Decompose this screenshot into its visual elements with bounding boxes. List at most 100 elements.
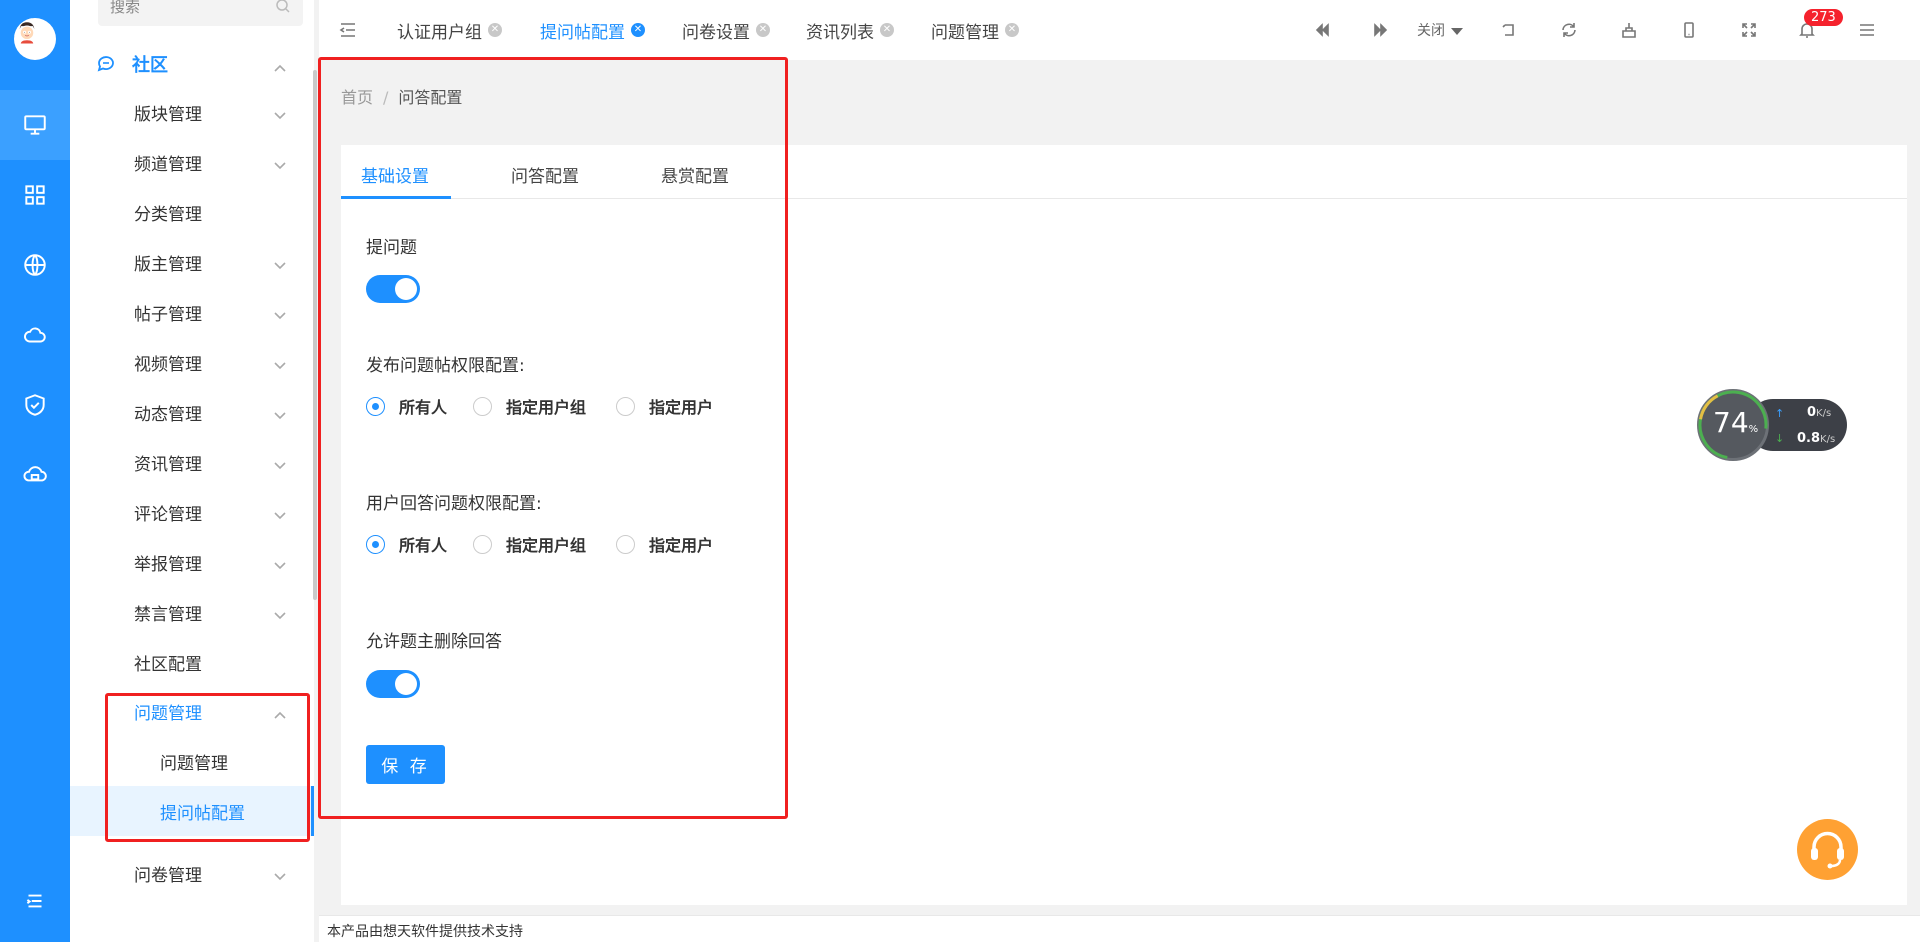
sidebar-item-label: 问题管理 [134, 703, 202, 724]
breadcrumb-current: 问答配置 [398, 88, 463, 107]
sidebar-menu: 搜索 社区 版块管理频道管理 分类管理 版主管理 帖子管理视频管理动态管理资讯管理评论… [70, 0, 314, 942]
save-button[interactable]: 保 存 [366, 745, 445, 784]
sidebar-subitem-question-post-config[interactable]: 提问帖配置 [70, 786, 314, 836]
sidebar-item[interactable]: 视频管理 [70, 337, 314, 387]
download-arrow-icon: ↓ [1775, 432, 1785, 445]
rail-cloud-store[interactable] [0, 440, 70, 510]
upload-speed: 0K/s [1807, 405, 1831, 420]
sidebar-group-community[interactable]: 社区 [70, 39, 314, 89]
answer-radio-user[interactable]: 指定用户 [616, 532, 713, 556]
sidebar-item-label: 版块管理 [134, 104, 202, 125]
more-menu-icon[interactable] [1857, 20, 1877, 40]
network-speed-widget[interactable]: 74% ↑ ↓ 0K/s 0.8K/s [1697, 389, 1847, 463]
sidebar-item[interactable]: 版块管理 [70, 87, 314, 137]
cloud-icon [24, 327, 46, 343]
sidebar-item[interactable]: 评论管理 [70, 487, 314, 537]
chevron-down-icon [273, 256, 287, 270]
close-tab-icon[interactable]: ✕ [756, 23, 770, 37]
rail-apps[interactable] [0, 160, 70, 230]
fold-menu-icon[interactable] [339, 21, 357, 39]
settings-tabs: 基础设置 问答配置 悬赏配置 [341, 145, 1907, 199]
sidebar-subitem-question-management[interactable]: 问题管理 [70, 736, 314, 786]
rail-menu[interactable] [0, 866, 70, 936]
search-input[interactable]: 搜索 [98, 0, 303, 26]
chevron-down-icon [273, 306, 287, 320]
ask-question-switch[interactable] [366, 275, 420, 303]
allow-delete-label: 允许题主删除回答 [366, 632, 502, 652]
close-tab-icon[interactable]: ✕ [631, 23, 645, 37]
scroll-left-icon[interactable] [1312, 20, 1332, 40]
tab-qa-config[interactable]: 问答配置 [511, 162, 579, 187]
rail-security[interactable] [0, 370, 70, 440]
tab-question-post-config[interactable]: 提问帖配置 ✕ [526, 0, 659, 60]
tab-reward-config[interactable]: 悬赏配置 [661, 162, 729, 187]
user-avatar[interactable] [14, 18, 56, 60]
scroll-right-icon[interactable] [1371, 20, 1391, 40]
tab-question-management[interactable]: 问题管理 ✕ [931, 0, 1019, 60]
app-root: 搜索 社区 版块管理频道管理 分类管理 版主管理 帖子管理视频管理动态管理资讯管理评论… [0, 0, 1920, 942]
refresh-icon[interactable] [1559, 20, 1579, 40]
tab-basic-settings[interactable]: 基础设置 [361, 162, 429, 187]
sidebar-item-label: 评论管理 [134, 504, 202, 525]
radio-label: 指定用户组 [506, 536, 587, 555]
close-tabs-dropdown[interactable]: 关闭 [1417, 20, 1463, 40]
close-tab-icon[interactable]: ✕ [1005, 23, 1019, 37]
sidebar-item[interactable]: 资讯管理 [70, 437, 314, 487]
close-tab-icon[interactable]: ✕ [880, 23, 894, 37]
sidebar-item[interactable]: 社区配置 [70, 637, 314, 687]
tab-news-list[interactable]: 资讯列表 ✕ [806, 0, 894, 60]
rail-cloud[interactable] [0, 300, 70, 370]
settings-card: 基础设置 问答配置 悬赏配置 提问题 发布问题帖权限配置: 所有人 指定用户组 … [341, 145, 1907, 905]
answer-radio-everyone[interactable]: 所有人 [366, 532, 447, 556]
sidebar-item[interactable]: 举报管理 [70, 537, 314, 587]
cloud-drive-icon [23, 466, 47, 482]
customer-service-button[interactable] [1797, 819, 1858, 880]
publish-radio-user-group[interactable]: 指定用户组 [473, 394, 586, 418]
sidebar-item-survey-management[interactable]: 问卷管理 [70, 848, 314, 898]
chevron-down-icon [273, 556, 287, 570]
download-speed-value: 0.8 [1797, 431, 1821, 446]
cpu-percent-unit: % [1748, 424, 1759, 435]
clear-cache-icon[interactable] [1619, 20, 1639, 40]
sidebar-item[interactable]: 帖子管理 [70, 287, 314, 337]
answer-radio-user-group[interactable]: 指定用户组 [473, 532, 586, 556]
sidebar-item-question-management[interactable]: 问题管理 [70, 686, 314, 736]
radio-dot [473, 534, 492, 554]
cpu-percent: 74% [1713, 406, 1758, 439]
download-speed-unit: K/s [1820, 434, 1836, 445]
close-tab-icon[interactable]: ✕ [488, 23, 502, 37]
active-tab-indicator [341, 196, 451, 199]
sidebar-item[interactable]: 动态管理 [70, 387, 314, 437]
sidebar-scrollbar[interactable] [313, 70, 317, 600]
fullscreen-icon[interactable] [1739, 20, 1759, 40]
publish-permission-label: 发布问题帖权限配置: [366, 356, 525, 376]
allow-delete-switch[interactable] [366, 670, 420, 698]
breadcrumb-home[interactable]: 首页 [341, 88, 373, 107]
rail-globe[interactable] [0, 230, 70, 300]
chevron-down-icon [273, 106, 287, 120]
sidebar-item-label: 动态管理 [134, 404, 202, 425]
sidebar-item[interactable]: 禁言管理 [70, 587, 314, 637]
radio-label: 指定用户 [649, 536, 714, 555]
rail-desktop[interactable] [0, 90, 70, 160]
back-icon[interactable] [1499, 20, 1519, 40]
cpu-percent-value: 74 [1713, 406, 1749, 439]
sidebar-item-label: 问题管理 [160, 753, 228, 774]
sidebar-item-label: 资讯管理 [134, 454, 202, 475]
publish-radio-user[interactable]: 指定用户 [616, 394, 713, 418]
mobile-icon[interactable] [1679, 20, 1699, 40]
radio-dot [366, 396, 385, 416]
sidebar-item-label: 视频管理 [134, 354, 202, 375]
radio-label: 指定用户 [649, 398, 714, 417]
publish-radio-everyone[interactable]: 所有人 [366, 394, 447, 418]
tab-user-group[interactable]: 认证用户组 ✕ [397, 0, 502, 60]
sidebar-item-label: 提问帖配置 [160, 803, 245, 824]
sidebar-item[interactable]: 频道管理 [70, 137, 314, 187]
upload-arrow-icon: ↑ [1775, 407, 1785, 420]
sidebar-item[interactable]: 分类管理 [70, 187, 314, 237]
sidebar-item[interactable]: 版主管理 [70, 237, 314, 287]
tab-survey-settings[interactable]: 问卷设置 ✕ [682, 0, 770, 60]
chevron-down-icon [273, 406, 287, 420]
breadcrumb: 首页 / 问答配置 [341, 84, 462, 108]
top-bar: 认证用户组 ✕ 提问帖配置 ✕ 问卷设置 ✕ 资讯列表 ✕ 问题管理 ✕ 关闭 273 [319, 0, 1920, 60]
